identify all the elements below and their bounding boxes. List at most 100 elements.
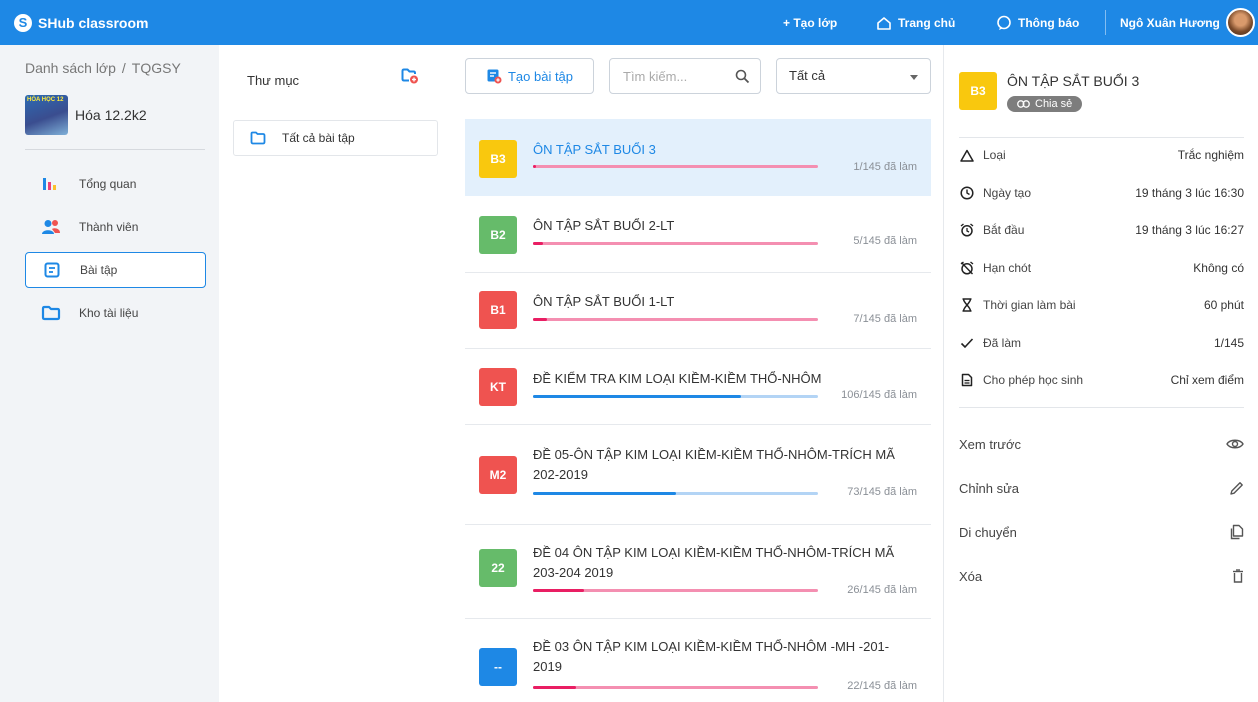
search-icon[interactable] <box>735 69 750 84</box>
progress-fill <box>533 242 543 245</box>
chevron-down-icon <box>910 75 918 80</box>
share-button[interactable]: Chia sẻ <box>1007 96 1083 112</box>
completion-count: 106/145 đã làm <box>841 389 917 401</box>
nav-divider <box>1105 10 1106 35</box>
assignment-title[interactable]: ĐỀ KIỂM TRA KIM LOẠI KIỀM-KIỀM THỔ-NHÔM <box>533 369 913 389</box>
clock-icon <box>959 185 975 201</box>
sidebar-item-label: Kho tài liệu <box>79 306 139 320</box>
sidebar-item-documents[interactable]: Kho tài liệu <box>25 295 206 331</box>
assignment-badge: -- <box>479 648 517 686</box>
assignment-badge: B1 <box>479 291 517 329</box>
sidebar-item-assignments[interactable]: Bài tập <box>25 252 206 288</box>
assignment-card[interactable]: 22 ĐỀ 04 ÔN TẬP KIM LOẠI KIỀM-KIỀM THỔ-NH… <box>465 525 931 619</box>
assignment-title[interactable]: ĐỀ 03 ÔN TẬP KIM LOẠI KIỀM-KIỀM THỔ-NHÔM… <box>533 637 913 677</box>
alarm-icon <box>959 222 975 238</box>
progress-bar <box>533 492 818 495</box>
detail-divider <box>959 407 1244 408</box>
assignment-title[interactable]: ÔN TẬP SẮT BUỔI 3 <box>533 140 913 160</box>
detail-value: Không có <box>1193 260 1244 275</box>
detail-divider <box>959 137 1244 138</box>
chat-bubble-icon <box>997 15 1011 30</box>
create-class-label: + Tạo lớp <box>783 15 838 30</box>
assignment-card[interactable]: B1 ÔN TẬP SẮT BUỔI 1-LT 7/145 đã làm <box>465 273 931 349</box>
filter-select[interactable]: Tất cả <box>776 58 931 94</box>
detail-value: 60 phút <box>1203 298 1244 312</box>
pencil-icon[interactable] <box>1229 481 1244 496</box>
progress-bar <box>533 395 818 398</box>
detail-value: Trắc nghiệm <box>1177 148 1244 162</box>
progress-bar <box>533 165 818 168</box>
assignment-card[interactable]: M2 ĐỀ 05-ÔN TẬP KIM LOẠI KIỀM-KIỀM THỔ-NH… <box>465 425 931 525</box>
search-input[interactable] <box>623 68 733 84</box>
trash-icon[interactable] <box>1232 569 1244 583</box>
delete-action[interactable]: Xóa <box>959 565 1244 587</box>
assignment-card[interactable]: B2 ÔN TẬP SẮT BUỔI 2-LT 5/145 đã làm <box>465 196 931 273</box>
student-permission-row: Cho phép học sinh Chỉ xem điểm <box>959 370 1244 390</box>
create-class-link[interactable]: + Tạo lớp <box>783 0 837 45</box>
action-label: Xóa <box>959 568 983 584</box>
class-thumbnail: HÓA HỌC 12 <box>25 95 68 135</box>
assignment-card[interactable]: KT ĐỀ KIỂM TRA KIM LOẠI KIỀM-KIỀM THỔ-NHÔ… <box>465 349 931 425</box>
create-assignment-button[interactable]: Tạo bài tập <box>465 58 594 94</box>
assignment-title[interactable]: ÔN TẬP SẮT BUỔI 2-LT <box>533 216 913 236</box>
assignment-title[interactable]: ÔN TẬP SẮT BUỔI 1-LT <box>533 292 913 312</box>
home-link[interactable]: Trang chủ <box>876 0 955 45</box>
assignment-badge: B2 <box>479 216 517 254</box>
search-box <box>609 58 761 94</box>
preview-action[interactable]: Xem trước <box>959 433 1244 455</box>
add-folder-icon <box>401 68 418 84</box>
assignment-badge: 22 <box>479 549 517 587</box>
action-label: Xem trước <box>959 436 1022 452</box>
detail-title: ÔN TẬP SẮT BUỔI 3 <box>1007 73 1140 89</box>
check-icon <box>959 335 975 351</box>
completion-count: 26/145 đã làm <box>847 584 917 596</box>
detail-label: Bắt đầu <box>983 223 1025 237</box>
completion-count: 22/145 đã làm <box>847 680 917 692</box>
notifications-link[interactable]: Thông báo <box>996 0 1079 45</box>
assignment-detail-panel: B3 ÔN TẬP SẮT BUỔI 3 Chia sẻ Loại Trắc ng… <box>943 45 1258 702</box>
start-row: Bắt đầu 19 tháng 3 lúc 16:27 <box>959 220 1244 240</box>
shub-logo-icon: S <box>14 13 32 32</box>
sidebar-item-members[interactable]: Thành viên <box>25 209 206 245</box>
completion-count: 1/145 đã làm <box>853 161 917 173</box>
detail-label: Loại <box>983 148 1006 162</box>
progress-bar <box>533 589 818 592</box>
add-folder-button[interactable] <box>401 68 419 89</box>
completion-count: 5/145 đã làm <box>853 235 917 247</box>
breadcrumb-root[interactable]: Danh sách lớp <box>25 60 116 76</box>
sidebar-item-overview[interactable]: Tổng quan <box>25 166 206 202</box>
assignment-card[interactable]: -- ĐỀ 03 ÔN TẬP KIM LOẠI KIỀM-KIỀM THỔ-NH… <box>465 619 931 702</box>
detail-value: Chỉ xem điểm <box>1170 373 1244 387</box>
copy-icon[interactable] <box>1230 524 1244 540</box>
detail-value: 1/145 <box>1213 335 1244 350</box>
detail-label: Cho phép học sinh <box>983 373 1084 387</box>
folder-item-all[interactable]: Tất cả bài tập <box>233 120 438 156</box>
created-row: Ngày tạo 19 tháng 3 lúc 16:30 <box>959 183 1244 203</box>
breadcrumb: Danh sách lớp / TQGSY <box>25 60 181 76</box>
notifications-label: Thông báo <box>1018 15 1080 30</box>
user-menu[interactable]: Ngô Xuân Hương <box>1120 0 1220 45</box>
brand-name: SHub classroom <box>38 14 149 31</box>
filter-select-value: Tất cả <box>789 68 826 83</box>
detail-label: Ngày tạo <box>983 185 1032 200</box>
assignment-title[interactable]: ĐỀ 04 ÔN TẬP KIM LOẠI KIỀM-KIỀM THỔ-NHÔM… <box>533 543 913 583</box>
move-action[interactable]: Di chuyển <box>959 521 1244 543</box>
sidebar: Danh sách lớp / TQGSY HÓA HỌC 12 Hóa 12.2k… <box>0 45 219 702</box>
assignment-badge: B3 <box>479 140 517 178</box>
share-label: Chia sẻ <box>1035 98 1073 110</box>
assignment-title[interactable]: ĐỀ 05-ÔN TẬP KIM LOẠI KIỀM-KIỀM THỔ-NHÔM… <box>533 445 913 485</box>
class-thumbnail-text: HÓA HỌC 12 <box>27 97 64 103</box>
assignment-card[interactable]: B3 ÔN TẬP SẮT BUỔI 3 1/145 đã làm <box>465 119 931 196</box>
progress-bar <box>533 318 818 321</box>
detail-label: Hạn chót <box>983 260 1032 275</box>
progress-fill <box>533 589 584 592</box>
folder-panel: Thư mục Tất cả bài tập <box>219 45 452 702</box>
assignment-badge: M2 <box>479 456 517 494</box>
edit-action[interactable]: Chỉnh sửa <box>959 477 1244 499</box>
progress-bar <box>533 686 818 689</box>
brand[interactable]: S SHub classroom <box>14 13 149 32</box>
detail-value: 19 tháng 3 lúc 16:27 <box>1135 223 1244 237</box>
avatar[interactable] <box>1226 8 1255 37</box>
eye-icon[interactable] <box>1226 438 1244 450</box>
home-icon <box>877 16 891 30</box>
